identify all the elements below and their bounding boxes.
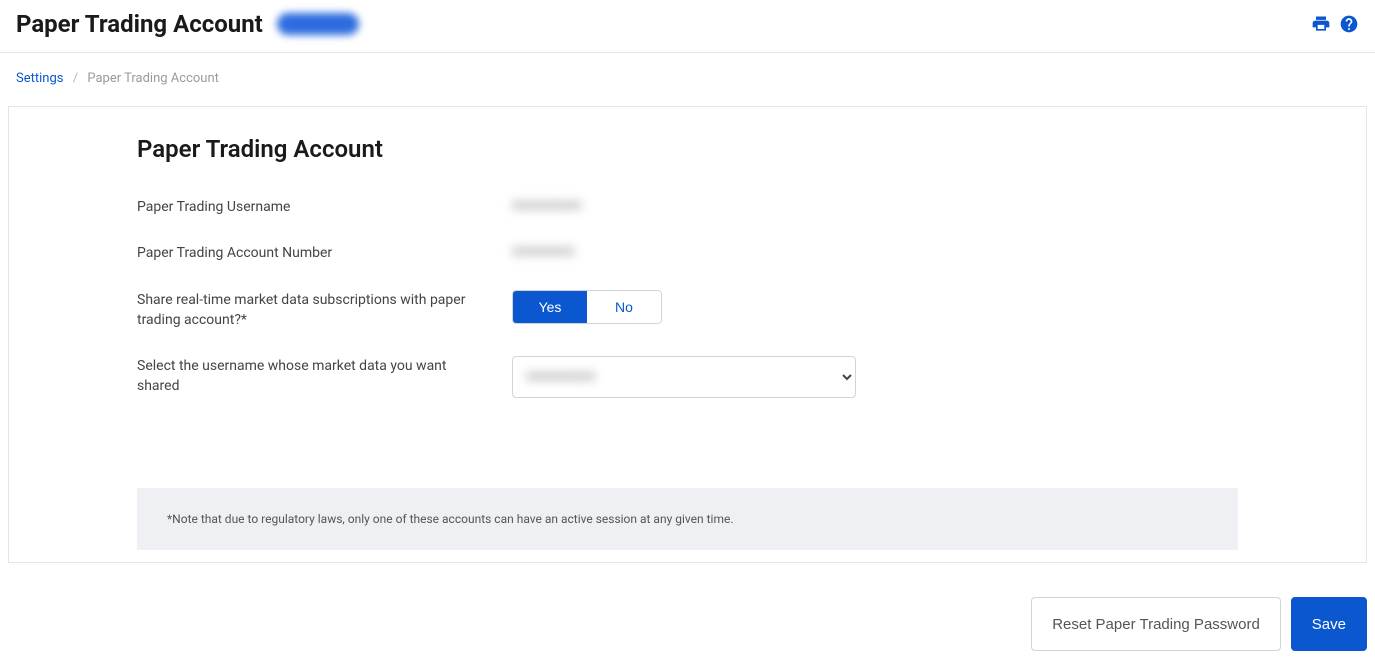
account-number-value: xxxxxxxxx [512,243,575,259]
panel-title: Paper Trading Account [137,135,1238,163]
username-select[interactable] [512,356,856,398]
select-username-label: Select the username whose market data yo… [137,356,512,397]
share-label: Share real-time market data subscription… [137,290,512,331]
reset-password-button[interactable]: Reset Paper Trading Password [1031,597,1281,651]
breadcrumb-root-link[interactable]: Settings [16,71,63,86]
username-label: Paper Trading Username [137,197,512,217]
page-header: Paper Trading Account [0,0,1375,53]
page-title: Paper Trading Account [16,10,263,38]
breadcrumb: Settings / Paper Trading Account [0,53,1375,106]
toggle-no-button[interactable]: No [587,291,661,323]
row-share-toggle: Share real-time market data subscription… [137,290,1238,331]
help-icon[interactable] [1339,14,1359,34]
header-left: Paper Trading Account [16,10,359,38]
row-account-number: Paper Trading Account Number xxxxxxxxx [137,243,1238,263]
account-number-label: Paper Trading Account Number [137,243,512,263]
toggle-yes-button[interactable]: Yes [513,291,587,323]
breadcrumb-separator: / [73,71,78,86]
print-icon[interactable] [1311,14,1331,34]
account-badge [277,13,359,35]
row-select-username: Select the username whose market data yo… [137,356,1238,398]
share-toggle: Yes No [512,290,662,324]
save-button[interactable]: Save [1291,597,1367,651]
breadcrumb-current: Paper Trading Account [87,71,219,86]
username-value: xxxxxxxxxx [512,197,581,213]
header-actions [1311,14,1359,34]
regulatory-note: *Note that due to regulatory laws, only … [137,488,1238,550]
row-username: Paper Trading Username xxxxxxxxxx [137,197,1238,217]
footer-actions: Reset Paper Trading Password Save [0,563,1375,661]
settings-panel: Paper Trading Account Paper Trading User… [8,106,1367,563]
